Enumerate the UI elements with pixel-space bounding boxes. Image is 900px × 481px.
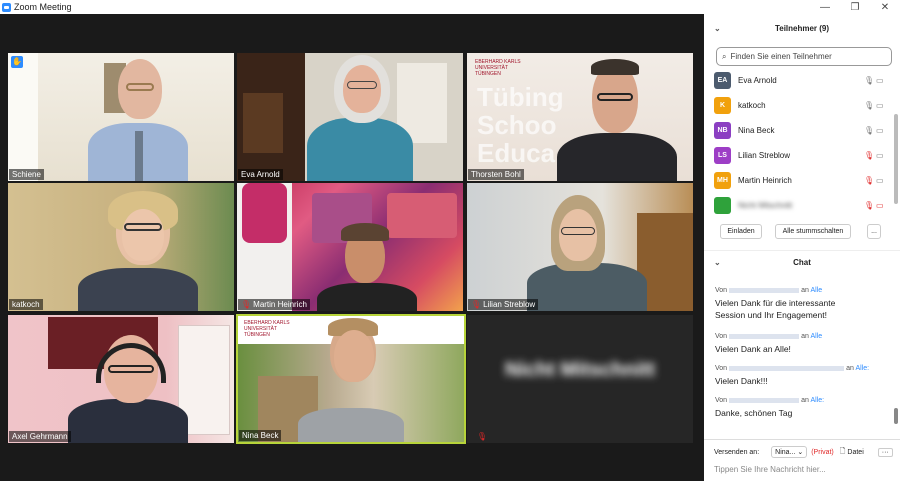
video-icon[interactable]: ▭ <box>876 176 884 185</box>
video-tile[interactable]: katkoch <box>8 183 234 311</box>
side-panel: ⌄ Teilnehmer (9) ⌕ Finden Sie einen Teil… <box>704 14 900 481</box>
video-tile[interactable]: Nicht Mitschnitt 🎙 <box>467 315 693 443</box>
participants-header: ⌄ Teilnehmer (9) <box>714 23 830 33</box>
video-off-icon[interactable]: ▭ <box>876 201 884 210</box>
message-text: Vielen Dank für die interessante <box>715 298 836 308</box>
chat-scrollbar[interactable] <box>894 408 898 424</box>
mic-muted-icon: 🎙 <box>476 432 487 441</box>
participant-name: Martin Heinrich <box>738 176 792 185</box>
tile-name: Schiene <box>9 169 44 180</box>
participant-row[interactable]: NB Nina Beck 🎙 ▭ <box>704 118 894 143</box>
university-logo: EBERHARD KARLS UNIVERSITÄT TÜBINGEN <box>244 320 290 338</box>
participant-scrollbar[interactable] <box>894 114 898 204</box>
zoom-window: Zoom Meeting — ❐ ✕ ✋ Schiene Eva Arnold <box>0 0 900 481</box>
participant-row[interactable]: Kkatkoch 🎙 ▭ <box>704 93 894 118</box>
avatar: EA <box>714 72 731 89</box>
participant-name-display: Nicht Mitschnitt <box>505 359 655 381</box>
message-text: Session und Ihr Engagement! <box>715 310 827 320</box>
invite-button[interactable]: Einladen <box>720 224 762 239</box>
zoom-logo-icon <box>2 2 11 12</box>
participant-search-input[interactable]: ⌕ Finden Sie einen Teilnehmer <box>716 47 892 66</box>
private-label: (Privat) <box>811 448 834 456</box>
file-icon[interactable]: 🗋 <box>840 447 846 458</box>
message-header: Von an Alle: <box>715 397 825 404</box>
participant-name: katkoch <box>738 101 766 110</box>
participant-list: EA Eva Arnold 🎙 ▭ Kkatkoch 🎙 ▭ NB Nina Beck 🎙 ▭ LS L… <box>704 68 894 218</box>
video-icon[interactable]: ▭ <box>876 126 884 135</box>
mic-icon[interactable]: 🎙 <box>864 76 874 85</box>
tile-name: Nina Beck <box>239 430 282 441</box>
video-gallery: ✋ Schiene Eva Arnold Tübing Schoo Educa … <box>0 14 704 481</box>
close-icon[interactable]: ✕ <box>870 0 900 14</box>
video-icon[interactable]: ▭ <box>876 101 884 110</box>
participant-name: Lilian Streblow <box>738 151 791 160</box>
mic-icon[interactable]: 🎙 <box>864 126 874 135</box>
mic-icon[interactable]: 🎙 <box>864 101 874 110</box>
participant-name: Eva Arnold <box>738 76 777 85</box>
chat-header: ⌄ Chat <box>704 250 900 274</box>
video-tile[interactable]: Eva Arnold <box>237 53 463 181</box>
video-tile[interactable]: 🎙 Martin Heinrich <box>237 183 463 311</box>
avatar: LS <box>714 147 731 164</box>
video-tile[interactable]: Axel Gehrmann <box>8 315 234 443</box>
avatar: K <box>714 97 731 114</box>
video-icon[interactable]: ▭ <box>876 151 884 160</box>
mute-all-button[interactable]: Alle stummschalten <box>775 224 851 239</box>
search-icon: ⌕ <box>722 51 727 61</box>
participant-name: Nina Beck <box>738 126 775 135</box>
mic-muted-icon[interactable]: 🎙 <box>864 151 874 160</box>
message-text: Vielen Dank an Alle! <box>715 344 791 354</box>
video-tile[interactable]: 🎙 Lilian Streblow <box>467 183 693 311</box>
video-tile-active-speaker[interactable]: EBERHARD KARLS UNIVERSITÄT TÜBINGEN Nina… <box>236 314 466 444</box>
raised-hand-icon: ✋ <box>11 56 23 68</box>
message-header: Von an Alle: <box>715 365 870 372</box>
mic-muted-icon: 🎙 <box>241 300 252 309</box>
banner-text: Tübing <box>477 82 564 112</box>
tile-name: Axel Gehrmann <box>9 431 71 442</box>
tile-name: Eva Arnold <box>238 169 283 180</box>
message-text: Danke, schönen Tag <box>715 408 793 418</box>
divider <box>704 439 900 440</box>
mic-muted-icon[interactable]: 🎙 <box>864 176 874 185</box>
send-to-row: Versenden an: Nina... ⌄ (Privat) 🗋 Datei… <box>714 446 898 458</box>
tile-name: katkoch <box>9 299 43 310</box>
participant-row[interactable]: LS Lilian Streblow 🎙 ▭ <box>704 143 894 168</box>
university-logo: EBERHARD KARLS UNIVERSITÄT TÜBINGEN <box>475 59 521 77</box>
recipient-select[interactable]: Nina... ⌄ <box>771 446 808 458</box>
video-tile[interactable]: Tübing Schoo Educa EBERHARD KARLS UNIVER… <box>467 53 693 181</box>
tile-name: 🎙 Lilian Streblow <box>468 299 539 310</box>
restore-icon[interactable]: ❐ <box>840 0 870 14</box>
avatar: MH <box>714 172 731 189</box>
collapse-chevron-icon[interactable]: ⌄ <box>714 258 721 267</box>
mic-muted-icon[interactable]: 🎙 <box>864 201 874 210</box>
chat-messages: Von an Alle Vielen Dank für die interessan… <box>704 276 894 434</box>
message-header: Von an Alle <box>715 333 823 340</box>
tile-name: Thorsten Bohl <box>468 169 524 180</box>
mic-muted-icon: 🎙 <box>471 300 482 309</box>
banner-text: Schoo <box>477 110 557 140</box>
window-title: Zoom Meeting <box>14 2 72 12</box>
minimize-icon[interactable]: — <box>810 0 840 14</box>
message-text: Vielen Dank!!! <box>715 376 768 386</box>
participant-row[interactable]: MH Martin Heinrich 🎙 ▭ <box>704 168 894 193</box>
video-icon[interactable]: ▭ <box>876 76 884 85</box>
avatar <box>714 197 731 214</box>
title-bar: Zoom Meeting — ❐ ✕ <box>0 0 900 14</box>
more-button[interactable]: ... <box>867 224 881 239</box>
avatar: NB <box>714 122 731 139</box>
banner-text: Educa <box>477 138 556 168</box>
message-header: Von an Alle <box>715 287 823 294</box>
chat-more-button[interactable]: ··· <box>877 447 893 457</box>
participant-name: Nicht Mitschnitt <box>738 201 793 210</box>
collapse-chevron-icon[interactable]: ⌄ <box>714 24 721 33</box>
video-tile[interactable]: ✋ Schiene <box>8 53 234 181</box>
tile-name: 🎙 Martin Heinrich <box>238 299 310 310</box>
participant-row[interactable]: Nicht Mitschnitt 🎙 ▭ <box>704 193 894 218</box>
participant-row[interactable]: EA Eva Arnold 🎙 ▭ <box>704 68 894 93</box>
file-button[interactable]: Datei <box>847 449 863 456</box>
chat-input[interactable]: Tippen Sie Ihre Nachricht hier... <box>714 465 826 474</box>
